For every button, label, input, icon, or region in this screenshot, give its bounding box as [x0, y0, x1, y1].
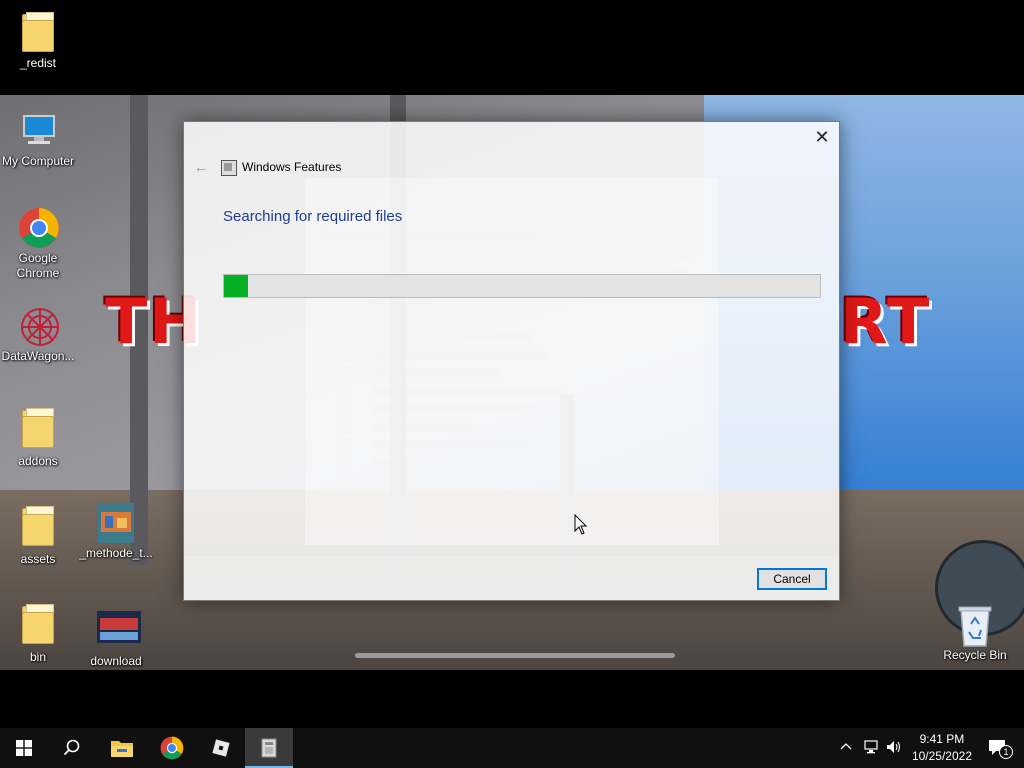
image-icon — [96, 610, 141, 650]
folder-icon — [22, 604, 54, 644]
desktop-icon-google-chrome[interactable]: Google Chrome — [0, 207, 76, 281]
folder-icon — [22, 408, 54, 448]
taskbar-file-explorer[interactable] — [98, 728, 146, 768]
datawagon-icon — [18, 305, 59, 346]
notification-center-button[interactable]: 1 — [988, 738, 1013, 761]
progress-fill — [224, 275, 248, 297]
clock-time: 9:41 PM — [919, 732, 965, 746]
chrome-icon — [160, 736, 184, 760]
start-button[interactable] — [0, 728, 48, 768]
taskbar-windows-features[interactable] — [245, 728, 293, 768]
desktop-icon-bin[interactable]: bin — [0, 604, 76, 665]
windows-start-icon — [16, 740, 32, 756]
volume-icon[interactable] — [886, 740, 902, 757]
windows-features-icon — [221, 160, 237, 176]
desktop-icon-my-computer[interactable]: My Computer — [0, 110, 76, 169]
progress-bar — [223, 274, 821, 298]
desktop-icon-download[interactable]: download — [78, 610, 154, 669]
windows-features-dialog: ✕ ← Windows Features Searching for requi… — [183, 121, 840, 601]
status-heading: Searching for required files — [223, 208, 403, 225]
system-clock[interactable]: 9:41 PM 10/25/2022 — [912, 731, 972, 765]
taskbar: 9:41 PM 10/25/2022 1 — [0, 728, 1024, 768]
file-explorer-icon — [111, 741, 133, 757]
computer-icon — [18, 110, 58, 150]
taskbar-chrome[interactable] — [148, 728, 196, 768]
desktop-icon-redist[interactable]: _redist — [0, 12, 76, 71]
desktop-icon-assets[interactable]: assets — [0, 506, 76, 567]
desktop-icon-recycle-bin[interactable]: Recycle Bin — [937, 604, 1013, 663]
desktop-icon-datawagon[interactable]: DataWagon... — [0, 305, 76, 364]
dialog-button-bar — [184, 556, 839, 600]
taskbar-roblox[interactable] — [197, 728, 245, 768]
search-icon — [63, 739, 80, 756]
network-icon[interactable] — [864, 740, 880, 757]
recycle-bin-icon — [955, 604, 995, 647]
mouse-cursor-icon — [574, 513, 588, 539]
folder-icon — [22, 12, 54, 52]
image-icon — [96, 502, 136, 543]
back-arrow-icon[interactable]: ← — [194, 159, 208, 175]
search-button[interactable] — [48, 728, 96, 768]
close-button[interactable]: ✕ — [813, 128, 831, 146]
dialog-title: Windows Features — [242, 160, 342, 174]
folder-icon — [22, 506, 54, 546]
desktop-icon-methode[interactable]: _methode_t... — [78, 502, 154, 561]
chrome-icon — [18, 207, 59, 248]
roblox-icon — [212, 739, 230, 757]
cancel-button[interactable]: Cancel — [757, 568, 827, 590]
chevron-up-icon[interactable] — [840, 740, 852, 756]
clock-date: 10/25/2022 — [911, 749, 972, 763]
chrome-label: Google Chrome — [16, 251, 60, 280]
desktop-icon-addons[interactable]: addons — [0, 408, 76, 469]
windows-features-icon — [261, 738, 277, 758]
notification-count: 1 — [999, 745, 1013, 759]
